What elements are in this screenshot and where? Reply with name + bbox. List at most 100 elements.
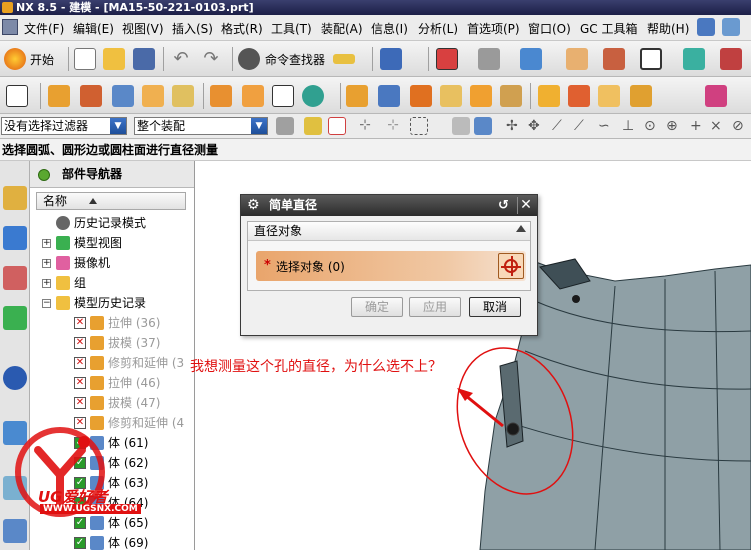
collapse-icon[interactable]: [516, 225, 526, 232]
menu-analysis[interactable]: 分析(L): [418, 20, 458, 37]
through-curves-icon[interactable]: [598, 85, 620, 107]
layer-icon[interactable]: [566, 48, 588, 70]
point-snap-icon[interactable]: +: [690, 117, 702, 135]
menu-preferences[interactable]: 首选项(P): [467, 20, 520, 37]
offset-icon[interactable]: [470, 85, 492, 107]
menu-view[interactable]: 视图(V): [122, 20, 164, 37]
chevron-down-icon[interactable]: ▼: [251, 118, 267, 134]
drag-icon[interactable]: ✥: [528, 117, 540, 135]
extrude-icon[interactable]: [48, 85, 70, 107]
feature-face-icon[interactable]: [452, 117, 470, 135]
chevron-down-icon[interactable]: ▼: [110, 118, 126, 134]
intersect-icon[interactable]: ⊥: [622, 117, 634, 135]
tangent-icon[interactable]: ⟋: [574, 117, 584, 135]
type-filter-dropdown[interactable]: 没有选择过滤器 ▼: [1, 117, 127, 135]
menu-file[interactable]: 文件(F): [24, 20, 64, 37]
revolve-icon[interactable]: [80, 85, 102, 107]
circle-center-icon[interactable]: ⊙: [644, 117, 656, 135]
solid-body-icon[interactable]: [474, 117, 492, 135]
menu-window[interactable]: 窗口(O): [528, 20, 571, 37]
menu-tools[interactable]: 工具(T): [271, 20, 312, 37]
sketch-icon[interactable]: [6, 85, 28, 107]
gear-icon[interactable]: ⚙: [247, 198, 262, 213]
background-icon[interactable]: [640, 48, 662, 70]
fit-view-icon[interactable]: [436, 48, 458, 70]
info-icon[interactable]: [380, 48, 402, 70]
redo-icon[interactable]: ↷: [200, 48, 222, 70]
undo-icon[interactable]: ↶: [170, 48, 192, 70]
connect-icon[interactable]: ⊹: [384, 117, 402, 135]
app-menu-icon[interactable]: [2, 19, 18, 35]
start-button[interactable]: 开始: [30, 51, 54, 68]
sew-icon[interactable]: [630, 85, 652, 107]
assembly-navigator-icon[interactable]: [3, 186, 27, 210]
suppressed-checkbox[interactable]: ✕: [74, 397, 86, 409]
web-browser-icon[interactable]: [3, 366, 27, 390]
open-folder-icon[interactable]: [103, 48, 125, 70]
block-icon[interactable]: [112, 85, 134, 107]
expand-node-icon[interactable]: +: [42, 239, 51, 248]
expand-node-icon[interactable]: +: [42, 259, 51, 268]
curve-rule-icon[interactable]: ⊹: [356, 117, 374, 135]
swept-icon[interactable]: [568, 85, 590, 107]
command-finder-button[interactable]: 命令查找器: [265, 51, 325, 68]
reset-icon[interactable]: ↺: [496, 198, 511, 213]
sync-modeling-icon[interactable]: [705, 85, 727, 107]
select-object-row[interactable]: * 选择对象 (0): [256, 251, 526, 281]
target-hole[interactable]: [506, 422, 520, 436]
save-icon[interactable]: [133, 48, 155, 70]
ok-button[interactable]: 确定: [351, 297, 403, 317]
move-icon[interactable]: ✢: [506, 117, 518, 135]
suppressed-checkbox[interactable]: ✕: [74, 357, 86, 369]
cancel-button[interactable]: 取消: [469, 297, 521, 317]
selection-scope-dropdown[interactable]: 整个装配 ▼: [134, 117, 268, 135]
selection-intent-icon[interactable]: [328, 117, 346, 135]
menu-edit[interactable]: 编辑(E): [73, 20, 114, 37]
suppressed-checkbox[interactable]: ✕: [74, 317, 86, 329]
binoculars-icon[interactable]: [238, 48, 260, 70]
analysis-icon[interactable]: [720, 48, 742, 70]
box-select-icon[interactable]: [410, 117, 428, 135]
curve-icon[interactable]: ∽: [598, 117, 610, 135]
suppressed-checkbox[interactable]: ✕: [74, 377, 86, 389]
render-icon[interactable]: [683, 48, 705, 70]
name-column-header[interactable]: 名称: [36, 192, 186, 210]
pattern-icon[interactable]: [242, 85, 264, 107]
rim-hole[interactable]: [572, 295, 580, 303]
draft-icon[interactable]: [440, 85, 462, 107]
ruler-icon[interactable]: [333, 54, 355, 64]
boss-icon[interactable]: [172, 85, 194, 107]
filter-reset-icon[interactable]: [276, 117, 294, 135]
shell-icon[interactable]: [410, 85, 432, 107]
menu-insert[interactable]: 插入(S): [172, 20, 213, 37]
point-icon[interactable]: [302, 85, 324, 107]
menu-gc-toolbox[interactable]: GC 工具箱: [580, 20, 638, 37]
reuse-library-icon[interactable]: [3, 306, 27, 330]
snap-icon[interactable]: [304, 117, 322, 135]
hole-icon[interactable]: [142, 85, 164, 107]
view-cube-icon[interactable]: [520, 48, 542, 70]
suppressed-checkbox[interactable]: ✕: [74, 337, 86, 349]
trim-body-icon[interactable]: [500, 85, 522, 107]
select-crosshair-button[interactable]: [498, 253, 524, 279]
shade-icon[interactable]: [478, 48, 500, 70]
visible-checkbox[interactable]: ✓: [74, 537, 86, 549]
expand-node-icon[interactable]: +: [42, 279, 51, 288]
start-icon[interactable]: [4, 48, 26, 70]
window-option-icon[interactable]: [722, 18, 740, 36]
menu-help[interactable]: 帮助(H): [647, 20, 689, 37]
existing-point-icon[interactable]: ×: [710, 117, 722, 135]
datum-icon[interactable]: [272, 85, 294, 107]
quadrant-icon[interactable]: ⊕: [666, 117, 678, 135]
unite-icon[interactable]: [210, 85, 232, 107]
part-navigator-icon[interactable]: [3, 266, 27, 290]
line-icon[interactable]: ⟋: [552, 117, 562, 135]
apply-button[interactable]: 应用: [409, 297, 461, 317]
close-icon[interactable]: ✕: [517, 197, 534, 214]
toolbar-option-icon[interactable]: [697, 18, 715, 36]
menu-format[interactable]: 格式(R): [221, 20, 263, 37]
chamfer-icon[interactable]: [378, 85, 400, 107]
pin-icon[interactable]: [38, 169, 50, 181]
more-snap-icon[interactable]: ⊘: [732, 117, 744, 135]
group-header[interactable]: 直径对象: [248, 222, 530, 241]
